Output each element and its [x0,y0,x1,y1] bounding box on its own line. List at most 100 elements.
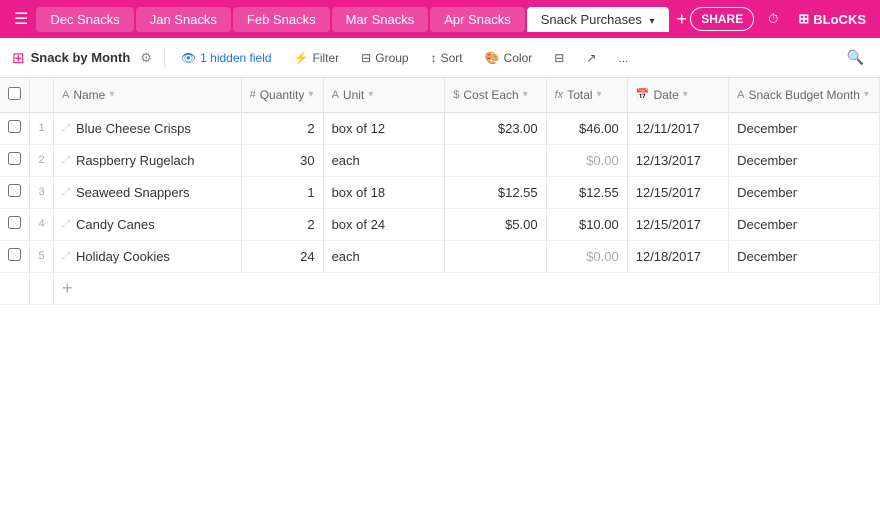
row-budget: December [737,249,797,264]
tab-dec[interactable]: Dec Snacks [36,7,133,32]
row-name-cell[interactable]: ⤢ Raspberry Rugelach [54,144,242,176]
row-total-cell[interactable]: $0.00 [546,240,627,272]
row-unit-cell[interactable]: box of 12 [323,112,445,144]
row-name-cell[interactable]: ⤢ Seaweed Snappers [54,176,242,208]
date-sort-icon[interactable]: ▾ [683,89,688,100]
row-total-cell[interactable]: $10.00 [546,208,627,240]
row-date-cell[interactable]: 12/15/2017 [627,208,728,240]
table-row: 3 ⤢ Seaweed Snappers 1 box of 18 $12.55 … [0,176,880,208]
row-height-button[interactable]: ⊟ [546,47,572,69]
unit-sort-icon[interactable]: ▾ [368,89,373,100]
row-cost: $23.00 [498,121,538,136]
share-view-button[interactable]: ↗ [578,47,604,69]
expand-icon[interactable]: ⤢ [62,251,70,262]
row-cost-cell[interactable] [445,240,546,272]
row-checkbox[interactable] [8,120,21,133]
row-cost-cell[interactable]: $12.55 [445,176,546,208]
header-total[interactable]: fx Total ▾ [546,78,627,112]
row-name-cell[interactable]: ⤢ Blue Cheese Crisps [54,112,242,144]
tab-jan[interactable]: Jan Snacks [136,7,231,32]
expand-icon[interactable]: ⤢ [62,219,70,230]
header-cost[interactable]: $ Cost Each ▾ [445,78,546,112]
row-cost-cell[interactable] [445,144,546,176]
row-date-cell[interactable]: 12/15/2017 [627,176,728,208]
row-checkbox[interactable] [8,248,21,261]
row-total: $12.55 [579,185,619,200]
add-tab-button[interactable]: + [671,7,689,32]
row-checkbox-cell[interactable] [0,144,30,176]
budget-col-icon: A [737,89,744,101]
row-name-cell[interactable]: ⤢ Candy Canes [54,208,242,240]
row-qty-cell[interactable]: 2 [241,208,323,240]
row-total-cell[interactable]: $12.55 [546,176,627,208]
row-name-cell[interactable]: ⤢ Holiday Cookies [54,240,242,272]
row-budget-cell[interactable]: December [729,240,880,272]
row-qty-cell[interactable]: 1 [241,176,323,208]
history-button[interactable]: ⏱ [762,7,784,31]
row-total-cell[interactable]: $46.00 [546,112,627,144]
add-row-label[interactable]: + [54,272,880,304]
share-button[interactable]: SHARE [690,7,754,31]
row-unit: each [332,153,360,168]
row-cost-cell[interactable]: $23.00 [445,112,546,144]
blocks-button[interactable]: ⊞ BLoCKS [792,7,872,31]
filter-button[interactable]: ⚡ Filter [286,47,348,69]
header-unit[interactable]: A Unit ▾ [323,78,445,112]
row-qty-cell[interactable]: 30 [241,144,323,176]
row-unit-cell[interactable]: box of 24 [323,208,445,240]
history-icon: ⏱ [768,11,778,27]
search-button[interactable]: 🔍 [843,45,868,70]
row-cost-cell[interactable]: $5.00 [445,208,546,240]
row-checkbox-cell[interactable] [0,208,30,240]
row-checkbox[interactable] [8,184,21,197]
total-sort-icon[interactable]: ▾ [597,89,602,100]
row-unit-cell[interactable]: each [323,240,445,272]
more-button[interactable]: ... [610,47,636,69]
row-checkbox-cell[interactable] [0,176,30,208]
header-name[interactable]: A Name ▾ [54,78,242,112]
header-quantity[interactable]: # Quantity ▾ [241,78,323,112]
sort-button[interactable]: ↕ Sort [423,47,471,69]
add-row[interactable]: + [0,272,880,304]
row-total-cell[interactable]: $0.00 [546,144,627,176]
select-all-checkbox[interactable] [8,87,21,100]
menu-button[interactable]: ☰ [8,5,34,33]
row-budget-cell[interactable]: December [729,112,880,144]
row-checkbox[interactable] [8,152,21,165]
expand-icon[interactable]: ⤢ [62,155,70,166]
row-budget: December [737,121,797,136]
expand-icon[interactable]: ⤢ [62,123,70,134]
tab-apr[interactable]: Apr Snacks [430,7,524,32]
row-date-cell[interactable]: 12/11/2017 [627,112,728,144]
data-table: A Name ▾ # Quantity ▾ A Unit [0,78,880,305]
row-checkbox-cell[interactable] [0,112,30,144]
hidden-field-button[interactable]: 👁 1 hidden field [173,47,280,69]
row-unit-cell[interactable]: each [323,144,445,176]
color-button[interactable]: 🎨 Color [477,47,541,69]
unit-col-icon: A [332,89,339,101]
cost-sort-icon[interactable]: ▾ [523,89,528,100]
row-budget-cell[interactable]: December [729,176,880,208]
tab-snack-purchases[interactable]: Snack Purchases ▾ [527,7,669,32]
row-checkbox[interactable] [8,216,21,229]
view-settings-button[interactable]: ⚙ [136,48,156,68]
row-unit-cell[interactable]: box of 18 [323,176,445,208]
name-sort-icon[interactable]: ▾ [109,89,114,100]
row-qty-cell[interactable]: 24 [241,240,323,272]
budget-sort-icon[interactable]: ▾ [864,89,869,100]
name-col-label: Name [73,88,105,102]
expand-icon[interactable]: ⤢ [62,187,70,198]
row-total: $46.00 [579,121,619,136]
header-budget[interactable]: A Snack Budget Month ▾ [729,78,880,112]
row-checkbox-cell[interactable] [0,240,30,272]
row-date-cell[interactable]: 12/18/2017 [627,240,728,272]
row-date-cell[interactable]: 12/13/2017 [627,144,728,176]
tab-mar[interactable]: Mar Snacks [332,7,429,32]
group-button[interactable]: ⊟ Group [353,47,416,69]
tab-feb[interactable]: Feb Snacks [233,7,330,32]
row-budget-cell[interactable]: December [729,144,880,176]
qty-sort-icon[interactable]: ▾ [308,89,313,100]
row-qty-cell[interactable]: 2 [241,112,323,144]
row-budget-cell[interactable]: December [729,208,880,240]
header-date[interactable]: 📅 Date ▾ [627,78,728,112]
